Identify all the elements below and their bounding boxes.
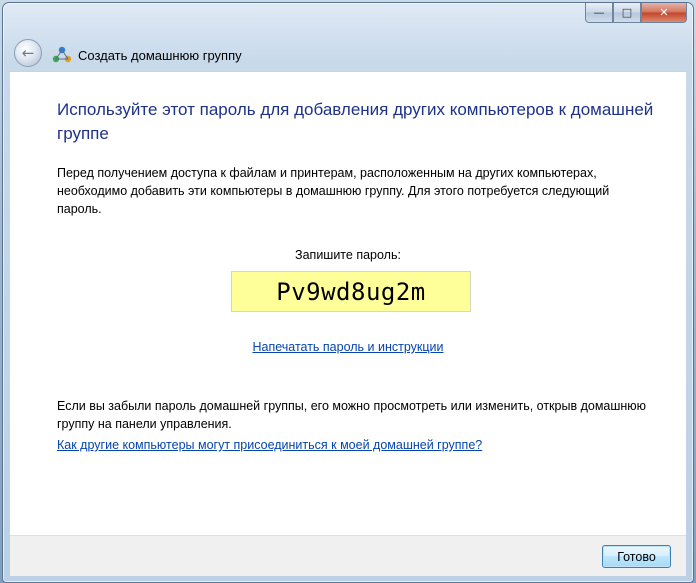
back-button[interactable]: ← [14,39,42,67]
homegroup-icon [52,46,72,63]
forgot-password-text: Если вы забыли пароль домашней группы, е… [57,399,647,431]
help-join-link[interactable]: Как другие компьютеры могут присоединить… [57,438,482,452]
done-button[interactable]: Готово [602,545,671,568]
minimize-button[interactable]: — [585,3,613,23]
intro-text: Перед получением доступа к файлам и прин… [57,166,610,216]
page-heading: Используйте этот пароль для добавления д… [57,100,654,143]
close-button[interactable]: ✕ [641,3,687,23]
print-password-link[interactable]: Напечатать пароль и инструкции [10,340,686,354]
back-arrow-icon: ← [21,44,35,62]
password-display: Pv9wd8ug2m [231,271,471,312]
dialog-content: Используйте этот пароль для добавления д… [10,71,686,535]
caption-buttons: — □ ✕ [585,3,687,23]
password-label: Запишите пароль: [295,248,401,262]
maximize-icon: □ [621,6,633,19]
window-title: Создать домашнюю группу [78,48,242,63]
maximize-button[interactable]: □ [613,3,641,23]
minimize-icon: — [593,6,605,19]
close-icon: ✕ [659,6,669,19]
dialog-footer: Готово [10,535,686,576]
create-homegroup-dialog: — □ ✕ ← Создать домашнюю группу Использу… [2,2,694,583]
title-bar: ← Создать домашнюю группу [3,25,693,67]
